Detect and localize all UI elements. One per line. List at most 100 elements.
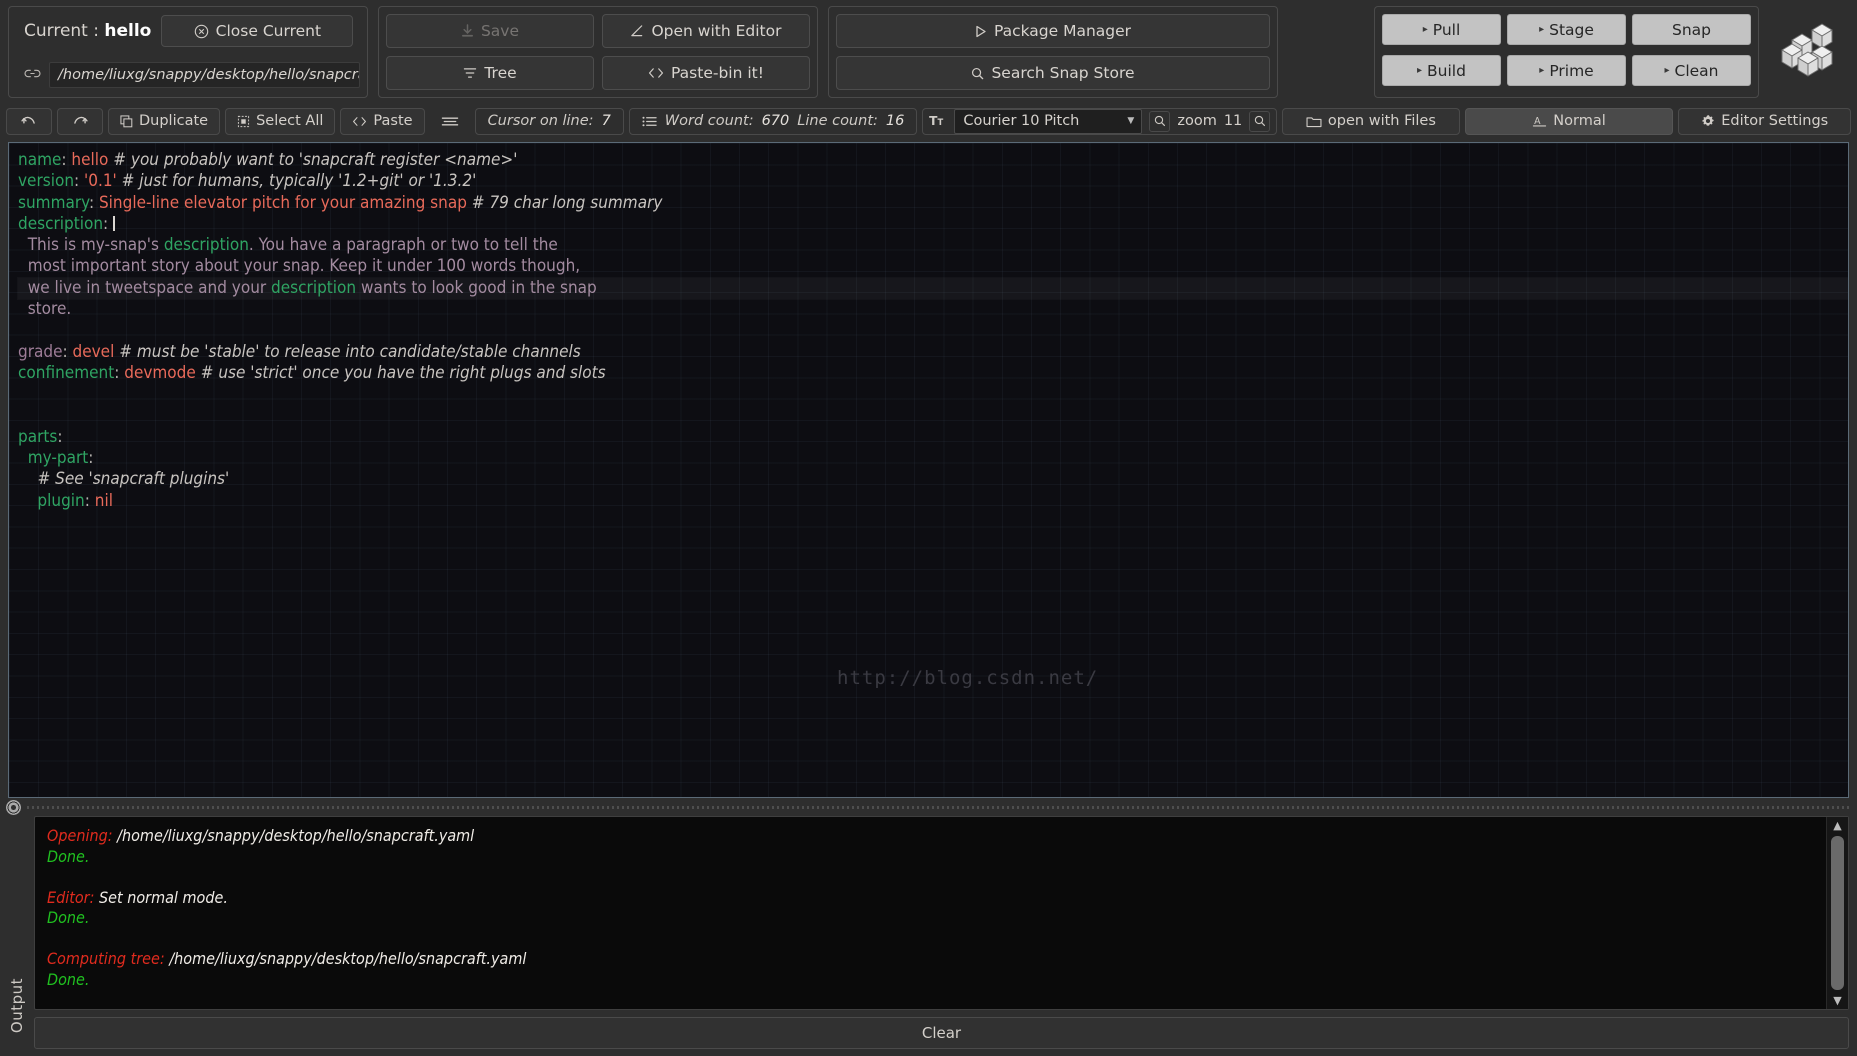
code-token: wants to look good in the snap [356, 277, 597, 298]
code-token: # you probably want to 'snapcraft regist… [113, 150, 518, 170]
code-line: name: hello # you probably want to 'snap… [18, 150, 1848, 171]
output-line: Done. [47, 970, 1814, 991]
select-all-button[interactable]: Select All [225, 107, 336, 135]
build-label: Build [1427, 61, 1466, 80]
code-token: Single-line elevator pitch for your amaz… [94, 192, 472, 213]
code-token: devmode [119, 362, 201, 383]
code-line: version: '0.1' # just for humans, typica… [18, 171, 1848, 192]
clean-label: Clean [1674, 61, 1719, 80]
open-editor-label: Open with Editor [651, 22, 782, 40]
panel-splitter[interactable] [0, 798, 1857, 816]
build-button[interactable]: ▸ Build [1382, 55, 1501, 86]
output-column: Opening: /home/liuxg/snappy/desktop/hell… [34, 816, 1849, 1049]
editor-mode-button[interactable]: A Normal [1464, 107, 1674, 135]
file-actions-group: Save Open with Editor Tree Paste-bin it! [378, 6, 818, 98]
pastebin-button[interactable]: Paste-bin it! [602, 56, 810, 90]
font-zoom-group: TT Courier 10 Pitch ▼ zoom 11 [922, 107, 1278, 135]
svg-text:T: T [938, 117, 944, 127]
stage-button[interactable]: ▸ Stage [1507, 14, 1626, 45]
code-token: : [88, 448, 94, 469]
zoom-in-button[interactable] [1249, 110, 1271, 132]
duplicate-icon [120, 114, 133, 128]
line-count-label: Line count: [797, 113, 878, 129]
code-token: store. [18, 299, 72, 320]
open-with-files-button[interactable]: open with Files [1282, 107, 1460, 135]
font-select[interactable]: Courier 10 Pitch ▼ [954, 108, 1143, 134]
search-snap-store-button[interactable]: Search Snap Store [836, 56, 1270, 90]
code-line: store. [18, 299, 1848, 320]
code-line: This is my-snap's description. You have … [18, 235, 1848, 256]
font-size-icon: TT [929, 114, 947, 128]
tree-button[interactable]: Tree [386, 56, 594, 90]
code-editor[interactable]: name: hello # you probably want to 'snap… [8, 142, 1849, 798]
output-tab[interactable]: Output [0, 816, 34, 1049]
code-token: plugin [18, 490, 85, 511]
play-arrow-icon: ▸ [1539, 24, 1545, 35]
editor-settings-button[interactable]: Editor Settings [1678, 107, 1851, 135]
cursor-line-value: 7 [601, 113, 611, 129]
output-token: Done. [47, 846, 90, 866]
word-count-value: 670 [761, 113, 790, 129]
output-token: Editor: [47, 887, 95, 907]
close-current-label: Close Current [215, 22, 322, 40]
code-token: # must be 'stable' to release into candi… [119, 341, 581, 362]
close-current-button[interactable]: Close Current [161, 15, 354, 47]
watermark: http://blog.csdn.net/ [837, 667, 1099, 689]
snap-label: Snap [1672, 20, 1711, 39]
pull-label: Pull [1432, 20, 1461, 39]
code-token: description [271, 277, 357, 298]
code-token: This is my-snap's [18, 235, 164, 256]
output-line: Computing tree: /home/liuxg/snappy/deskt… [47, 949, 1814, 970]
code-line: we live in tweetspace and your descripti… [18, 277, 1848, 300]
undo-button[interactable] [6, 107, 52, 135]
save-button[interactable]: Save [386, 14, 594, 48]
duplicate-button[interactable]: Duplicate [108, 107, 221, 135]
code-token: parts [18, 426, 58, 447]
pastebin-label: Paste-bin it! [671, 64, 764, 82]
open-editor-button[interactable]: Open with Editor [602, 14, 810, 48]
code-token: confinement [18, 362, 115, 383]
code-token: we live in tweetspace and your [18, 277, 272, 298]
paste-button[interactable]: Paste [340, 107, 425, 135]
store-actions-group: Package Manager Search Snap Store [828, 6, 1278, 98]
prime-button[interactable]: ▸ Prime [1507, 55, 1626, 86]
code-token: # See 'snapcraft plugins' [37, 469, 230, 490]
code-token: name [18, 150, 62, 170]
zoom-value: 11 [1223, 113, 1243, 129]
select-all-label: Select All [256, 113, 324, 129]
search-snap-store-label: Search Snap Store [991, 64, 1135, 82]
code-token: '0.1' [79, 171, 122, 192]
zoom-label: zoom [1177, 113, 1217, 129]
output-console[interactable]: Opening: /home/liuxg/snappy/desktop/hell… [34, 816, 1849, 1010]
clear-output-button[interactable]: Clear [34, 1017, 1849, 1049]
code-content[interactable]: name: hello # you probably want to 'snap… [9, 143, 1848, 512]
play-arrow-icon: ▸ [1417, 65, 1423, 76]
editor-container: name: hello # you probably want to 'snap… [0, 138, 1857, 798]
resize-handle-icon[interactable] [6, 799, 21, 815]
chevron-up-icon[interactable]: ▲ [1833, 820, 1841, 831]
redo-button[interactable] [57, 107, 103, 135]
code-token: hello [66, 150, 114, 170]
snapcraft-cube-logo [1778, 21, 1840, 83]
package-manager-button[interactable]: Package Manager [836, 14, 1270, 48]
code-token: description [163, 235, 249, 256]
zoom-out-button[interactable] [1149, 110, 1171, 132]
pencil-icon [630, 24, 644, 38]
undo-icon [21, 115, 37, 127]
output-scrollbar[interactable]: ▲ ▼ [1826, 817, 1848, 1009]
code-icon [648, 67, 664, 79]
chevron-down-icon[interactable]: ▼ [1833, 995, 1841, 1006]
current-path-field[interactable]: /home/liuxg/snappy/desktop/hello/snapcra… [49, 62, 360, 88]
clean-button[interactable]: ▸ Clean [1632, 55, 1751, 86]
snap-button[interactable]: Snap [1632, 14, 1751, 45]
scrollbar-thumb[interactable] [1831, 836, 1844, 990]
align-lines-button[interactable] [430, 108, 470, 135]
code-token: # 79 char long summary [471, 192, 663, 213]
text-caret [113, 215, 116, 231]
pull-button[interactable]: ▸ Pull [1382, 14, 1501, 45]
play-arrow-icon: ▸ [1664, 65, 1670, 76]
